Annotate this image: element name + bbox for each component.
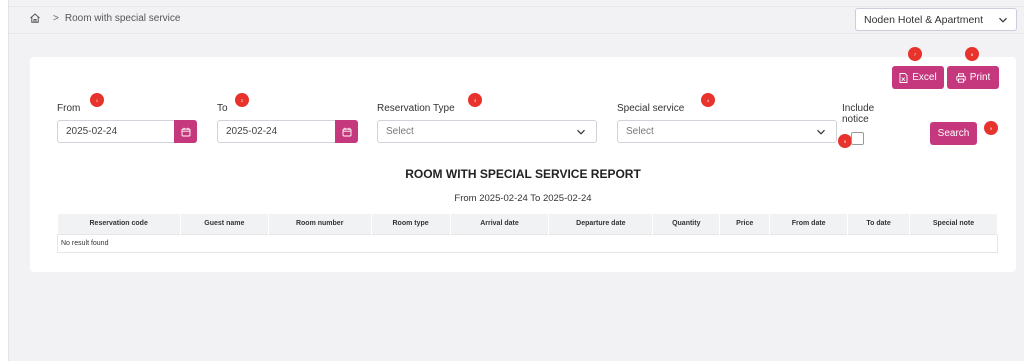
printer-icon <box>956 72 966 83</box>
empty-result-message: No result found <box>57 233 998 253</box>
marker-7: 7 <box>908 47 922 61</box>
marker-1: 1 <box>90 93 104 107</box>
to-date-input[interactable]: 2025-02-24 <box>217 120 358 143</box>
chevron-down-icon <box>816 127 826 137</box>
home-icon[interactable] <box>29 12 41 24</box>
include-notice-line-2: notice <box>842 114 869 125</box>
table-header-row: Reservation code Guest name Room number … <box>57 214 998 234</box>
breadcrumb-current: Room with special service <box>64 12 181 24</box>
column-header[interactable]: Guest name <box>180 214 269 234</box>
marker-4: 4 <box>701 93 715 107</box>
report-title: ROOM WITH SPECIAL SERVICE REPORT <box>405 167 641 181</box>
column-header[interactable]: Special note <box>909 214 998 234</box>
from-label: From <box>57 103 81 114</box>
column-header[interactable]: From date <box>769 214 849 234</box>
column-header[interactable]: Quantity <box>652 214 721 234</box>
excel-file-icon <box>899 72 908 83</box>
column-header[interactable]: Arrival date <box>450 214 550 234</box>
marker-5: 5 <box>838 134 852 148</box>
marker-2: 2 <box>235 93 249 107</box>
print-button-label: Print <box>969 72 991 83</box>
marker-8: 8 <box>965 47 979 61</box>
hotel-selector-value: Noden Hotel & Apartment <box>864 13 984 26</box>
calendar-icon[interactable] <box>174 120 197 143</box>
to-date-value: 2025-02-24 <box>226 126 278 137</box>
column-header[interactable]: Room type <box>371 214 451 234</box>
search-button-label: Search <box>937 128 970 139</box>
marker-9: 9 <box>984 121 998 135</box>
column-header[interactable]: Reservation code <box>57 214 181 234</box>
column-header[interactable]: Room number <box>268 214 372 234</box>
special-service-select[interactable]: Select <box>617 120 837 143</box>
excel-button[interactable]: Excel <box>892 66 944 89</box>
print-button[interactable]: Print <box>947 66 999 89</box>
special-service-value: Select <box>626 126 654 137</box>
breadcrumb-separator: > <box>53 12 59 24</box>
from-date-input[interactable]: 2025-02-24 <box>57 120 197 143</box>
to-label: To <box>217 103 228 114</box>
app-window: > Room with special service Noden Hotel … <box>8 0 1024 361</box>
excel-button-label: Excel <box>912 72 937 83</box>
include-notice-label: Include notice <box>842 103 874 125</box>
special-service-label: Special service <box>617 103 685 114</box>
report-date-range: From 2025-02-24 To 2025-02-24 <box>454 193 592 204</box>
reservation-type-value: Select <box>386 126 414 137</box>
calendar-icon[interactable] <box>335 120 358 143</box>
hotel-selector[interactable]: Noden Hotel & Apartment <box>855 8 1017 31</box>
column-header[interactable]: Price <box>719 214 771 234</box>
include-notice-checkbox[interactable] <box>851 132 864 145</box>
search-button[interactable]: Search <box>930 122 977 145</box>
column-header[interactable]: Departure date <box>548 214 654 234</box>
chevron-down-icon <box>576 127 586 137</box>
chevron-down-icon <box>998 15 1008 25</box>
report-card: 7 8 Excel Print From 1 2025-02-24 To 2 2… <box>30 47 1016 272</box>
report-table: Reservation code Guest name Room number … <box>57 214 998 253</box>
breadcrumb: > Room with special service <box>29 12 180 24</box>
column-header[interactable]: To date <box>847 214 911 234</box>
reservation-type-label: Reservation Type <box>377 103 455 114</box>
reservation-type-select[interactable]: Select <box>377 120 597 143</box>
marker-3: 3 <box>468 93 482 107</box>
from-date-value: 2025-02-24 <box>66 126 118 137</box>
table-row: No result found <box>57 233 998 253</box>
include-notice-line-1: Include <box>842 103 875 114</box>
